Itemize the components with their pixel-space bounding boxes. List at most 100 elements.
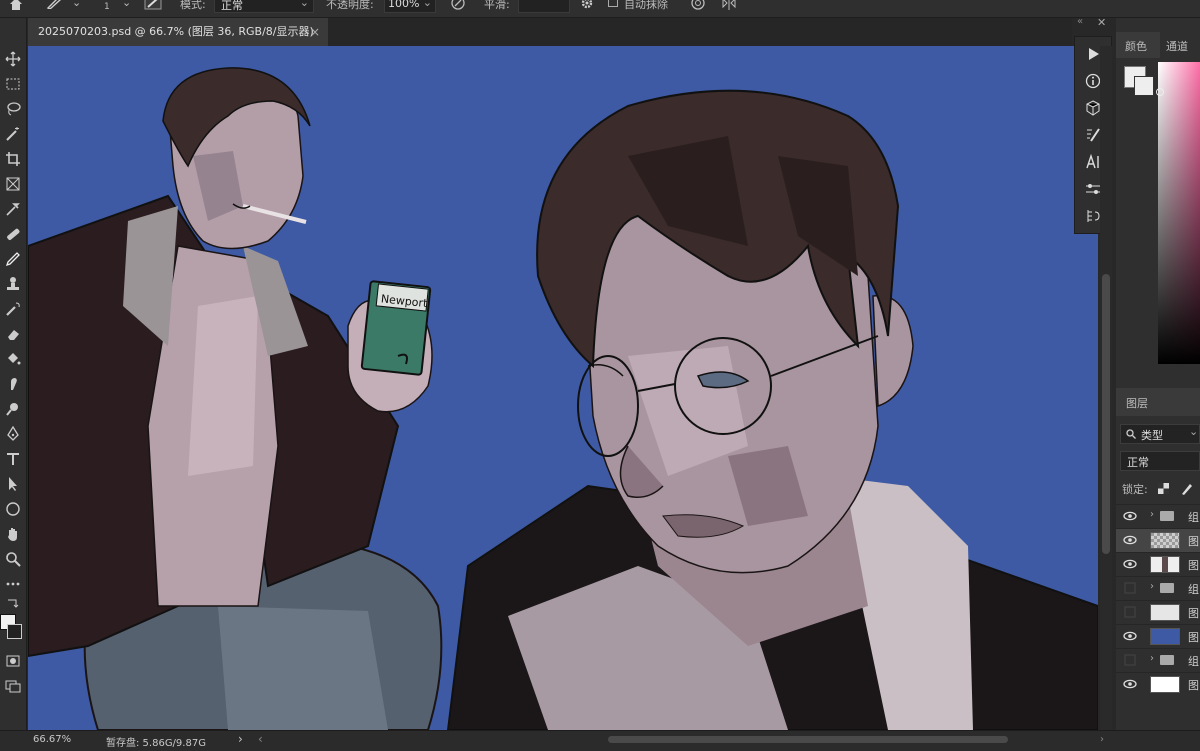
type-tool[interactable] <box>0 448 26 470</box>
more-tools[interactable] <box>0 573 26 595</box>
history-icon <box>1087 210 1100 222</box>
eyedropper-tool[interactable] <box>0 198 26 220</box>
brush-size-value: 1 <box>104 2 110 12</box>
play-icon <box>1089 48 1099 60</box>
hscroll-right-icon[interactable]: › <box>1100 734 1104 745</box>
close-icon[interactable]: × <box>310 18 320 46</box>
swap-icon <box>8 599 19 608</box>
eye-icon[interactable] <box>1123 533 1137 547</box>
home-icon[interactable] <box>8 0 24 11</box>
expand-chevron-icon[interactable]: › <box>1150 581 1154 592</box>
brush-preset-chevron-icon[interactable]: ⌄ <box>72 0 81 9</box>
layer-blend-mode-value: 正常 <box>1127 456 1149 469</box>
brush-size-chevron-icon[interactable]: ⌄ <box>122 0 131 9</box>
eye-icon[interactable] <box>1123 509 1137 523</box>
vertical-scrollbar-thumb[interactable] <box>1102 274 1110 554</box>
horizontal-scrollbar-thumb[interactable] <box>608 736 1008 743</box>
history-brush-tool[interactable] <box>0 298 26 320</box>
bucket-icon <box>8 353 21 365</box>
marquee-tool[interactable] <box>0 73 26 95</box>
layer-row[interactable]: 图 <box>1116 600 1200 625</box>
pressure-size-icon[interactable] <box>690 0 706 10</box>
visibility-off-box[interactable] <box>1123 653 1137 667</box>
document-tab[interactable]: 2025070203.psd @ 66.7% (图层 36, RGB/8/显示器… <box>28 18 328 46</box>
hand-tool[interactable] <box>0 523 26 545</box>
collapse-panels-icon[interactable]: « <box>1077 16 1083 27</box>
layer-group-row[interactable]: › 组 <box>1116 648 1200 673</box>
status-menu-arrow-icon[interactable]: › <box>238 732 243 746</box>
adjust-icon <box>1086 184 1100 194</box>
zoom-tool[interactable] <box>0 548 26 570</box>
channels-tab[interactable]: 通道 <box>1166 38 1188 54</box>
layer-thumbnail <box>1150 604 1180 621</box>
eye-icon[interactable] <box>1123 677 1137 691</box>
options-bar: ⌄ 1 ⌄ 模式: 正常 ⌄ 不透明度: 100% ⌄ 平滑: 自动抹除 <box>0 0 1200 18</box>
eyedropper-icon <box>6 203 20 216</box>
bucket-tool[interactable] <box>0 348 26 370</box>
color-picker-field[interactable] <box>1158 62 1200 364</box>
opacity-label: 不透明度: <box>326 0 374 11</box>
layer-filter-select[interactable]: 类型 ⌄ <box>1120 424 1200 444</box>
stamp-icon <box>7 277 19 290</box>
eye-icon[interactable] <box>1123 557 1137 571</box>
layer-group-row[interactable]: › 组 <box>1116 504 1200 529</box>
eraser-tool[interactable] <box>0 323 26 345</box>
pressure-opacity-icon[interactable] <box>450 0 466 10</box>
lasso-tool[interactable] <box>0 98 26 120</box>
visibility-off-box[interactable] <box>1123 581 1137 595</box>
close-panel-icon[interactable]: ✕ <box>1097 16 1106 29</box>
opacity-input[interactable]: 100% ⌄ <box>384 0 436 13</box>
color-picker-cursor[interactable] <box>1156 88 1164 96</box>
mode-chevron-icon: ⌄ <box>299 0 309 9</box>
hscroll-left-icon[interactable]: ‹ <box>258 732 263 746</box>
layer-group-row[interactable]: › 组 <box>1116 576 1200 601</box>
background-color-swatch[interactable] <box>7 624 22 639</box>
path-select-tool[interactable] <box>0 473 26 495</box>
magic-wand-tool[interactable] <box>0 123 26 145</box>
lock-transparent-icon[interactable] <box>1158 483 1169 494</box>
layer-blend-mode-select[interactable]: 正常 <box>1120 451 1200 471</box>
layer-name: 组 <box>1188 511 1199 524</box>
move-tool[interactable] <box>0 48 26 70</box>
layer-row[interactable]: 图 <box>1116 552 1200 577</box>
layers-panel-header: 图层 <box>1116 388 1200 416</box>
filter-chevron-icon: ⌄ <box>1189 425 1199 438</box>
pencil-tool[interactable] <box>0 248 26 270</box>
color-tab[interactable]: 颜色 <box>1116 32 1160 58</box>
vertical-scrollbar[interactable] <box>1100 46 1112 730</box>
zoom-level[interactable]: 66.67% <box>33 734 71 745</box>
pen-tool[interactable] <box>0 423 26 445</box>
quick-mask[interactable] <box>0 650 26 672</box>
expand-chevron-icon[interactable]: › <box>1150 653 1154 664</box>
layer-row[interactable]: 图 <box>1116 528 1200 553</box>
healing-tool[interactable] <box>0 223 26 245</box>
swap-colors[interactable] <box>0 595 26 611</box>
stamp-tool[interactable] <box>0 273 26 295</box>
crop-tool[interactable] <box>0 148 26 170</box>
smoothing-input[interactable] <box>518 0 570 13</box>
visibility-off-box[interactable] <box>1123 605 1137 619</box>
lock-label: 锁定: <box>1122 483 1148 496</box>
frame-tool[interactable] <box>0 173 26 195</box>
eye-icon[interactable] <box>1123 629 1137 643</box>
panel-background-swatch[interactable] <box>1134 76 1154 96</box>
symmetry-icon[interactable] <box>720 0 738 10</box>
layer-row[interactable]: 图 <box>1116 624 1200 649</box>
smudge-tool[interactable] <box>0 373 26 395</box>
lock-pixels-brush-icon[interactable] <box>1180 481 1194 495</box>
gear-icon[interactable] <box>580 0 594 10</box>
brush-icon[interactable] <box>46 0 66 9</box>
pencil-icon <box>5 252 20 267</box>
layers-tab[interactable]: 图层 <box>1126 395 1148 411</box>
dodge-tool[interactable] <box>0 398 26 420</box>
color-tab-label: 颜色 <box>1125 40 1147 53</box>
screen-mode[interactable] <box>0 675 26 697</box>
more-icon <box>6 582 20 586</box>
auto-erase-checkbox[interactable] <box>608 0 618 7</box>
mode-select[interactable]: 正常 ⌄ <box>214 0 314 13</box>
expand-chevron-icon[interactable]: › <box>1150 509 1154 520</box>
ellipse-tool[interactable] <box>0 498 26 520</box>
brush-panel-icon[interactable] <box>144 0 162 10</box>
canvas[interactable]: Newport <box>28 46 1098 730</box>
layer-row[interactable]: 图 <box>1116 672 1200 697</box>
